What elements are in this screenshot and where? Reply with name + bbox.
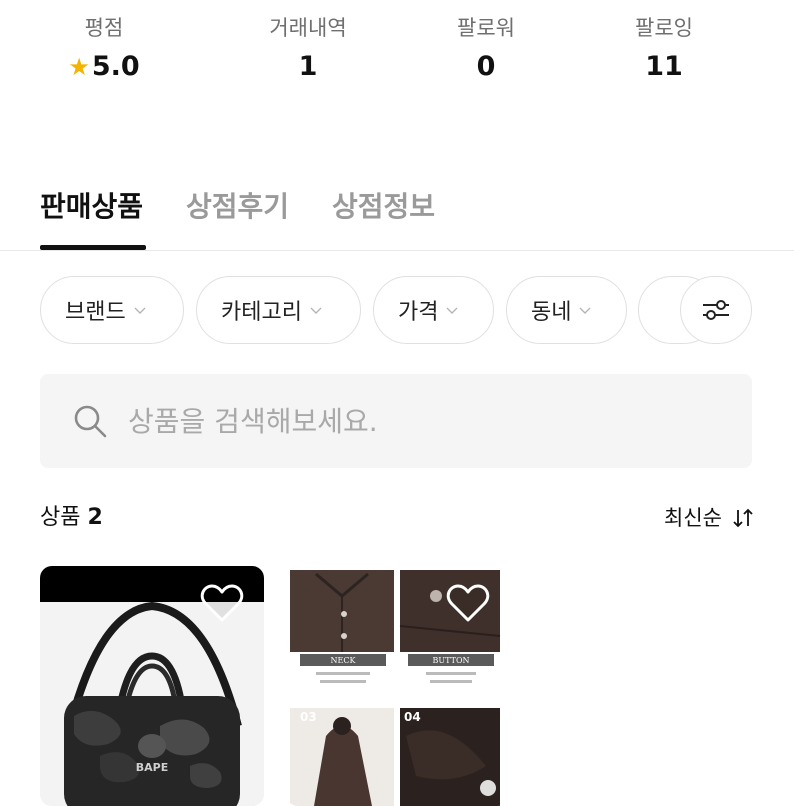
svg-text:03: 03 (300, 710, 317, 724)
search-bar (40, 374, 752, 468)
stat-rating[interactable]: 평점 ★5.0 (24, 12, 184, 84)
sliders-icon (703, 300, 729, 320)
stat-value: 1 (298, 51, 318, 82)
product-count: 상품 2 (40, 505, 103, 530)
search-icon (74, 405, 107, 438)
stat-label: 팔로잉 (635, 16, 693, 40)
filter-category[interactable]: 카테고리 (196, 276, 361, 344)
product-card[interactable]: BAPE (40, 566, 264, 806)
star-icon: ★ (68, 53, 90, 81)
sort-label: 최신순 (664, 506, 722, 530)
stat-followers[interactable]: 팔로워 0 (406, 12, 566, 84)
tab-info[interactable]: 상점정보 (332, 185, 435, 229)
chip-label: 브랜드 (65, 300, 126, 325)
svg-text:BUTTON: BUTTON (433, 656, 470, 665)
filter-price[interactable]: 가격 (373, 276, 494, 344)
heart-icon[interactable] (200, 584, 244, 624)
stat-transactions[interactable]: 거래내역 1 (228, 12, 388, 84)
chevron-down-icon (310, 307, 322, 314)
shop-tabs: 판매상품 상점후기 상점정보 (40, 185, 794, 251)
stat-value: 0 (476, 51, 496, 82)
heart-icon[interactable] (446, 584, 490, 624)
svg-text:04: 04 (404, 710, 421, 724)
filter-settings-button[interactable] (680, 276, 752, 344)
svg-text:NECK: NECK (331, 656, 357, 665)
product-card[interactable]: NECK BUTTON 03 04 (286, 566, 510, 806)
shop-stats: 평점 ★5.0 거래내역 1 팔로워 0 팔로잉 11 (0, 0, 794, 100)
sort-button[interactable]: 최신순 (664, 500, 754, 536)
stat-label: 평점 (84, 16, 124, 40)
svg-text:BAPE: BAPE (136, 761, 168, 774)
chip-label: 카테고리 (221, 300, 302, 325)
chevron-down-icon (579, 307, 591, 314)
stat-following[interactable]: 팔로잉 11 (584, 12, 744, 84)
stat-label: 팔로워 (457, 16, 515, 40)
chip-label: 동네 (531, 300, 572, 325)
filter-brand[interactable]: 브랜드 (40, 276, 184, 344)
filter-neighborhood[interactable]: 동네 (506, 276, 627, 344)
list-header: 상품 2 최신순 (40, 500, 754, 536)
filter-chips: 브랜드 카테고리 가격 동네 (40, 276, 754, 346)
chip-label: 가격 (398, 300, 439, 325)
divider (0, 250, 794, 251)
tab-products[interactable]: 판매상품 (40, 185, 143, 229)
stat-label: 거래내역 (269, 16, 347, 40)
stat-value: 11 (645, 51, 683, 82)
tab-reviews[interactable]: 상점후기 (186, 185, 289, 229)
stat-value: 5.0 (91, 51, 140, 82)
chevron-down-icon (446, 307, 458, 314)
search-input[interactable] (126, 403, 690, 439)
sort-icon (733, 508, 753, 528)
chevron-down-icon (134, 307, 146, 314)
